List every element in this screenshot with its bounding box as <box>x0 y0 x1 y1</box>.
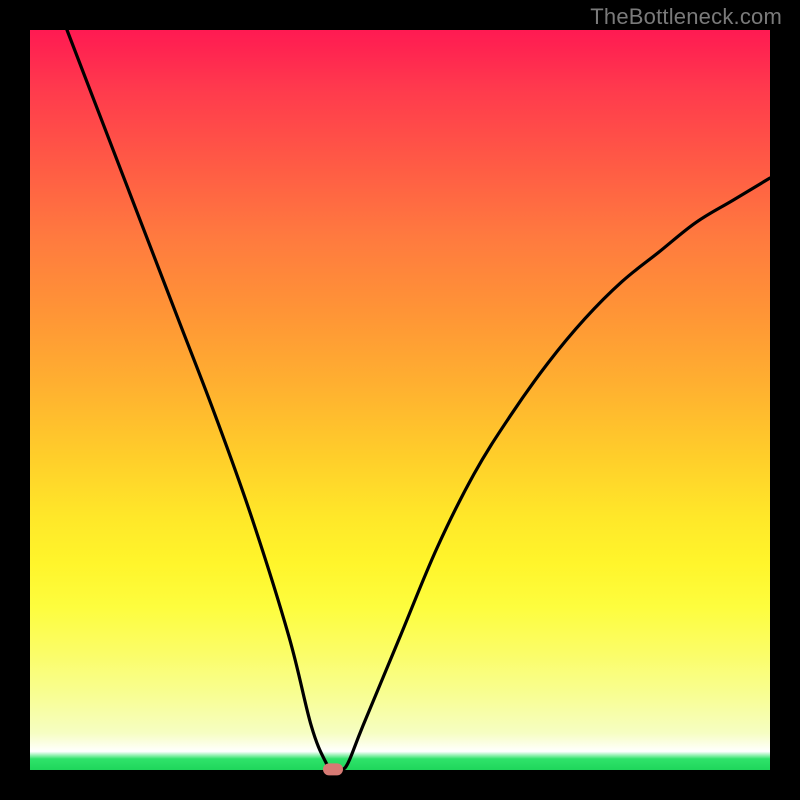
bottleneck-curve <box>30 30 770 770</box>
plot-area <box>30 30 770 770</box>
chart-frame: TheBottleneck.com <box>0 0 800 800</box>
watermark-text: TheBottleneck.com <box>590 4 782 30</box>
optimum-marker <box>323 763 343 775</box>
